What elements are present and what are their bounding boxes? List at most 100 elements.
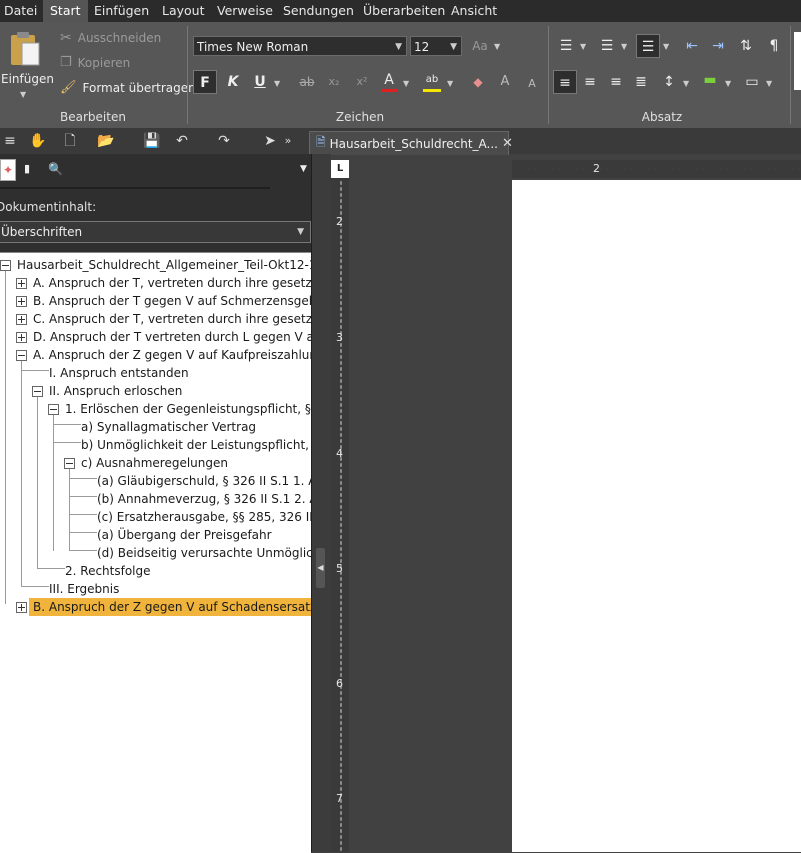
expand-icon[interactable] bbox=[16, 278, 27, 289]
tree-node[interactable]: (a) Gläubigerschuld, § 326 II S.1 1. Alt bbox=[97, 472, 311, 490]
tree-node[interactable]: (d) Beidseitig verursachte Unmöglichkeit bbox=[97, 544, 311, 562]
collapse-icon[interactable] bbox=[64, 458, 75, 469]
compass-icon[interactable]: ✦ bbox=[0, 159, 16, 181]
pilcrow-icon[interactable]: ¶ bbox=[762, 34, 786, 58]
tree-node[interactable]: I. Anspruch entstanden bbox=[49, 364, 311, 382]
tab-stop-selector[interactable]: L bbox=[331, 160, 349, 178]
numbered-list-icon[interactable]: ☰ bbox=[595, 34, 619, 58]
open-folder-icon[interactable]: 📂 bbox=[96, 131, 116, 151]
tree-line bbox=[37, 568, 65, 569]
save-icon[interactable]: 💾 bbox=[142, 131, 162, 151]
decrease-indent-icon[interactable]: ⇤ bbox=[680, 34, 704, 58]
menu-layout[interactable]: Layout bbox=[162, 0, 205, 22]
collapse-icon[interactable] bbox=[48, 404, 59, 415]
bold-button[interactable]: F bbox=[193, 70, 217, 94]
paste-button[interactable]: Einfügen ▼ bbox=[0, 28, 54, 104]
pointer-icon[interactable]: ➤ bbox=[260, 131, 280, 151]
justify-icon[interactable]: ≣ bbox=[629, 70, 653, 94]
tree-node[interactable]: (c) Ersatzherausgabe, §§ 285, 326 III bbox=[97, 508, 311, 526]
undo-icon[interactable]: ↶ bbox=[172, 131, 192, 151]
menu-verweise[interactable]: Verweise bbox=[217, 0, 273, 22]
overflow-icon[interactable]: » bbox=[278, 131, 298, 151]
cut-button[interactable]: ✂ Ausschneiden bbox=[60, 30, 161, 46]
tree-node[interactable]: C. Anspruch der T, vertreten durch ihre … bbox=[33, 310, 311, 328]
shading-icon[interactable]: ▬ bbox=[698, 68, 722, 92]
copy-button[interactable]: ❐ Kopieren bbox=[60, 55, 130, 70]
new-document-icon[interactable]: 🗋 bbox=[60, 131, 80, 151]
menu-icon[interactable]: ≡ bbox=[0, 131, 20, 151]
line-spacing-icon[interactable]: ↕ bbox=[657, 70, 681, 94]
hand-icon[interactable]: ✋ bbox=[28, 131, 48, 151]
tree-node[interactable]: A. Anspruch der T, vertreten durch ihre … bbox=[33, 274, 311, 292]
tree-line bbox=[21, 370, 49, 371]
ruler-number: 2 bbox=[336, 215, 343, 228]
document-page[interactable] bbox=[512, 180, 801, 852]
outline-list-icon[interactable]: ☰ bbox=[636, 34, 660, 58]
font-name-select[interactable]: Times New Roman ▼ bbox=[193, 36, 407, 56]
close-icon[interactable]: ✕ bbox=[502, 136, 513, 151]
superscript-icon[interactable]: x² bbox=[350, 70, 374, 94]
collapse-icon[interactable] bbox=[16, 350, 27, 361]
tree-node[interactable]: (b) Annahmeverzug, § 326 II S.1 2. Alt bbox=[97, 490, 311, 508]
align-left-icon[interactable]: ≡ bbox=[553, 70, 577, 94]
tree-line bbox=[69, 550, 97, 551]
expand-icon[interactable] bbox=[16, 332, 27, 343]
grow-font-icon[interactable]: A bbox=[493, 70, 517, 94]
tree-node[interactable]: b) Unmöglichkeit der Leistungspflicht, §… bbox=[81, 436, 311, 454]
heading-filter-select[interactable]: Überschriften ▼ bbox=[0, 221, 311, 243]
pane-splitter[interactable] bbox=[312, 154, 331, 852]
align-center-icon[interactable]: ≡ bbox=[578, 70, 602, 94]
tree-line bbox=[21, 357, 22, 587]
horizontal-ruler-ticks bbox=[514, 168, 801, 170]
expand-icon[interactable] bbox=[16, 602, 27, 613]
format-painter-button[interactable]: 🖌 Format übertragen bbox=[60, 80, 196, 95]
tree-node[interactable]: 1. Erlöschen der Gegenleistungspflicht, … bbox=[65, 400, 311, 418]
pages-icon[interactable]: ▮ bbox=[24, 162, 34, 178]
expand-icon[interactable] bbox=[16, 314, 27, 325]
subscript-icon[interactable]: x₂ bbox=[322, 70, 346, 94]
menu-ueberarbeiten[interactable]: Überarbeiten bbox=[363, 0, 445, 22]
collapse-pane-handle[interactable]: ◀ bbox=[316, 548, 325, 588]
menu-einfuegen[interactable]: Einfügen bbox=[94, 0, 149, 22]
menu-ansicht[interactable]: Ansicht bbox=[451, 0, 497, 22]
bullet-list-icon[interactable]: ☰ bbox=[554, 34, 578, 58]
tree-node[interactable]: c) Ausnahmeregelungen bbox=[81, 454, 311, 472]
ruler-number: 3 bbox=[336, 331, 343, 344]
chevron-down-icon: ▼ bbox=[403, 79, 410, 88]
menu-sendungen[interactable]: Sendungen bbox=[283, 0, 354, 22]
navigator-pane: ✦ ▮ 🔍 ▼ Dokumentinhalt: Überschriften ▼ … bbox=[0, 154, 312, 853]
tree-node[interactable]: II. Anspruch erloschen bbox=[49, 382, 311, 400]
menu-bar: Datei Start Einfügen Layout Verweise Sen… bbox=[0, 0, 801, 22]
tree-node[interactable]: a) Synallagmatischer Vertrag bbox=[81, 418, 311, 436]
shrink-font-icon[interactable]: A bbox=[520, 72, 544, 96]
tree-node[interactable]: (a) Übergang der Preisgefahr bbox=[97, 526, 311, 544]
tree-node[interactable]: III. Ergebnis bbox=[49, 580, 311, 598]
strikethrough-icon[interactable]: ab bbox=[295, 70, 319, 94]
ruler-number: 5 bbox=[336, 562, 343, 575]
tree-node[interactable]: D. Anspruch der T vertreten durch L gege… bbox=[33, 328, 311, 346]
redo-icon[interactable]: ↷ bbox=[214, 131, 234, 151]
collapse-icon[interactable] bbox=[32, 386, 43, 397]
search-icon[interactable]: 🔍 bbox=[48, 162, 63, 176]
align-right-icon[interactable]: ≡ bbox=[604, 70, 628, 94]
font-size-select[interactable]: 12 ▼ bbox=[410, 36, 462, 56]
increase-indent-icon[interactable]: ⇥ bbox=[706, 34, 730, 58]
menu-start[interactable]: Start bbox=[43, 0, 88, 22]
tree-node-selected[interactable]: B. Anspruch der Z gegen V auf Schadenser… bbox=[29, 598, 311, 616]
expand-icon[interactable] bbox=[16, 296, 27, 307]
borders-icon[interactable]: ▭ bbox=[740, 70, 764, 94]
underline-button[interactable]: U bbox=[248, 70, 272, 94]
document-tab[interactable]: 🗎 Hausarbeit_Schuldrecht_A... ✕ bbox=[309, 131, 513, 155]
eraser-icon[interactable]: ◆ bbox=[466, 70, 490, 94]
styles-gallery[interactable] bbox=[794, 32, 801, 90]
sort-icon[interactable]: ⇅ bbox=[734, 34, 758, 58]
tree-node[interactable]: 2. Rechtsfolge bbox=[65, 562, 311, 580]
collapse-icon[interactable] bbox=[0, 260, 11, 271]
menu-datei[interactable]: Datei bbox=[4, 0, 37, 22]
tree-node[interactable]: A. Anspruch der Z gegen V auf Kaufpreisz… bbox=[33, 346, 311, 364]
tree-node[interactable]: B. Anspruch der T gegen V auf Schmerzens… bbox=[33, 292, 311, 310]
italic-button[interactable]: K bbox=[221, 70, 245, 94]
tree-node[interactable]: Hausarbeit_Schuldrecht_Allgemeiner_Teil-… bbox=[17, 256, 311, 274]
change-case-icon[interactable]: Aa bbox=[468, 34, 492, 58]
chevron-down-icon[interactable]: ▼ bbox=[300, 164, 307, 174]
